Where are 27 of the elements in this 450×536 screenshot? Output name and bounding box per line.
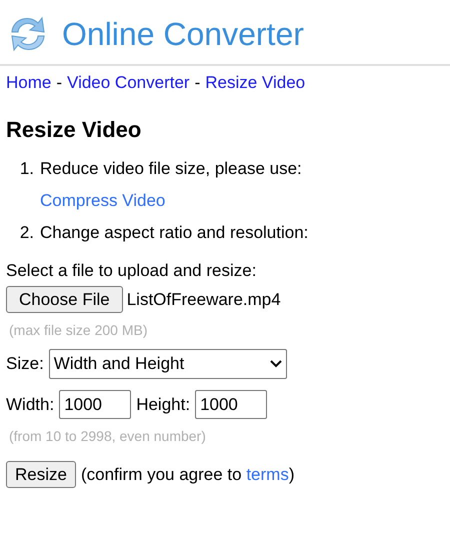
size-select[interactable]: Width and Height	[48, 349, 287, 379]
confirm-text: (confirm you agree to terms)	[80, 464, 294, 486]
breadcrumb-separator: -	[56, 72, 62, 94]
file-size-hint: (max file size 200 MB)	[8, 321, 148, 340]
compress-video-link[interactable]: Compress Video	[40, 190, 166, 212]
height-label: Height:	[136, 394, 190, 416]
size-label: Size:	[6, 353, 44, 375]
height-input[interactable]: 1000	[195, 390, 268, 419]
step-text: Reduce video file size, please use:	[40, 158, 302, 180]
step-number: 2.	[18, 222, 34, 244]
step-text: Change aspect ratio and resolution:	[40, 222, 308, 244]
breadcrumb-separator: -	[194, 72, 200, 94]
resize-button[interactable]: Resize	[6, 461, 76, 488]
site-title: Online Converter	[62, 15, 304, 54]
chevron-down-icon	[270, 360, 282, 368]
breadcrumb-link[interactable]: Resize Video	[205, 72, 306, 94]
file-label: Select a file to upload and resize:	[6, 260, 258, 282]
step-number: 1.	[18, 158, 34, 180]
choose-file-button[interactable]: Choose File	[6, 286, 123, 313]
breadcrumb-link[interactable]: Home	[6, 72, 52, 94]
dimension-hint: (from 10 to 2998, even number)	[8, 427, 206, 446]
breadcrumb-link[interactable]: Video Converter	[67, 72, 190, 94]
page-heading: Resize Video	[6, 116, 142, 144]
width-label: Width:	[6, 394, 54, 416]
width-input[interactable]: 1000	[59, 390, 132, 419]
terms-link[interactable]: terms	[246, 464, 289, 484]
file-name: ListOfFreeware.mp4	[126, 288, 281, 310]
